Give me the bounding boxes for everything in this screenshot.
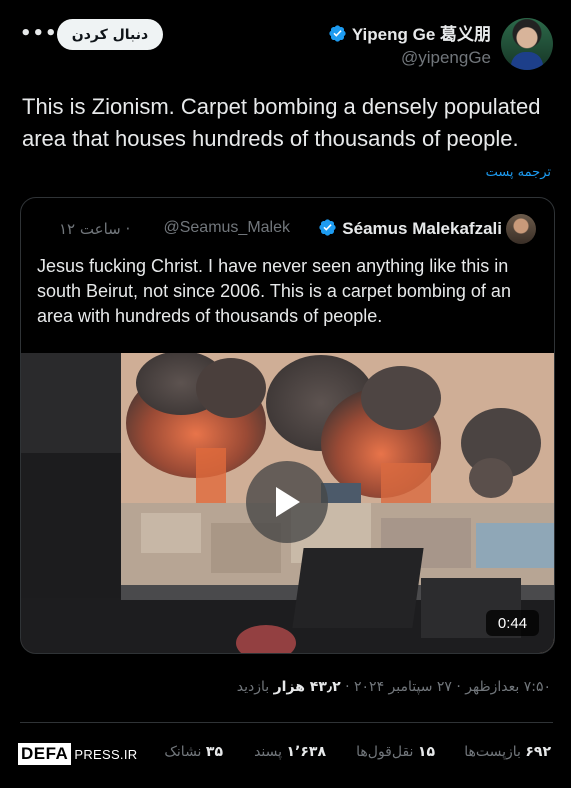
bookmarks-label: نشانک (164, 744, 206, 760)
divider (20, 722, 553, 723)
follow-button[interactable]: دنبال کردن (57, 19, 163, 50)
quote-author-name-row[interactable]: Séamus Malekafzali (318, 218, 502, 239)
author-handle[interactable]: @yipengGe (401, 48, 491, 68)
quote-video[interactable]: 0:44 (21, 353, 554, 653)
tweet-text: This is Zionism. Carpet bombing a densel… (22, 94, 541, 151)
likes-label: پسند (254, 744, 287, 760)
reposts-stat[interactable]: ۶۹۲ بازپست‌ها (464, 744, 551, 760)
likes-stat[interactable]: ۱٬۶۳۸ پسند (254, 744, 326, 760)
quote-verified-badge-icon (319, 219, 336, 236)
meta-separator: · (340, 679, 355, 695)
author-name: Yipeng Ge 葛义朋 (351, 25, 491, 44)
quotes-label: نقل‌قول‌ها (356, 744, 418, 760)
more-options-icon[interactable]: ••• (20, 24, 57, 44)
translate-post-link[interactable]: ترجمه پست (486, 165, 551, 180)
reposts-count: ۶۹۲ (525, 744, 551, 760)
quote-text: Jesus fucking Christ. I have never seen … (37, 256, 511, 326)
author-avatar[interactable] (501, 18, 553, 70)
likes-count: ۱٬۶۳۸ (286, 744, 327, 760)
tweet-meta-line: ۷:۵۰ بعدازظهر · ۲۷ سپتامبر ۲۰۲۴ · ۴۳٫۲ ه… (237, 679, 551, 695)
verified-badge-icon (329, 25, 346, 42)
quote-author-avatar[interactable] (506, 214, 536, 244)
reposts-label: بازپست‌ها (464, 744, 526, 760)
bookmarks-count: ۳۵ (205, 744, 223, 760)
quotes-count: ۱۵ (417, 744, 435, 760)
quotes-stat[interactable]: ۱۵ نقل‌قول‌ها (356, 744, 435, 760)
watermark-box: DEFA (18, 743, 72, 765)
meta-separator: · (451, 679, 466, 695)
play-icon (276, 487, 300, 517)
views-count: ۴۳٫۲ هزار (273, 679, 341, 695)
defapress-watermark: DEFA PRESS.IR (18, 742, 137, 766)
quote-timestamp[interactable]: ۱۲ ساعت · (59, 220, 130, 238)
views-label: بازدید (236, 679, 274, 695)
play-button[interactable] (246, 461, 328, 543)
video-duration-badge: 0:44 (486, 610, 539, 636)
quote-author-handle[interactable]: @Seamus_Malek (163, 219, 290, 237)
quote-author-name: Séamus Malekafzali (342, 219, 502, 238)
tweet-time[interactable]: ۷:۵۰ بعدازظهر (465, 679, 551, 695)
bookmarks-stat[interactable]: ۳۵ نشانک (164, 744, 223, 760)
quoted-tweet-card[interactable]: Séamus Malekafzali @Seamus_Malek ۱۲ ساعت… (20, 197, 555, 654)
watermark-text: PRESS.IR (74, 746, 138, 762)
tweet-date[interactable]: ۲۷ سپتامبر ۲۰۲۴ (354, 679, 452, 695)
author-name-row[interactable]: Yipeng Ge 葛义朋 (328, 20, 491, 45)
